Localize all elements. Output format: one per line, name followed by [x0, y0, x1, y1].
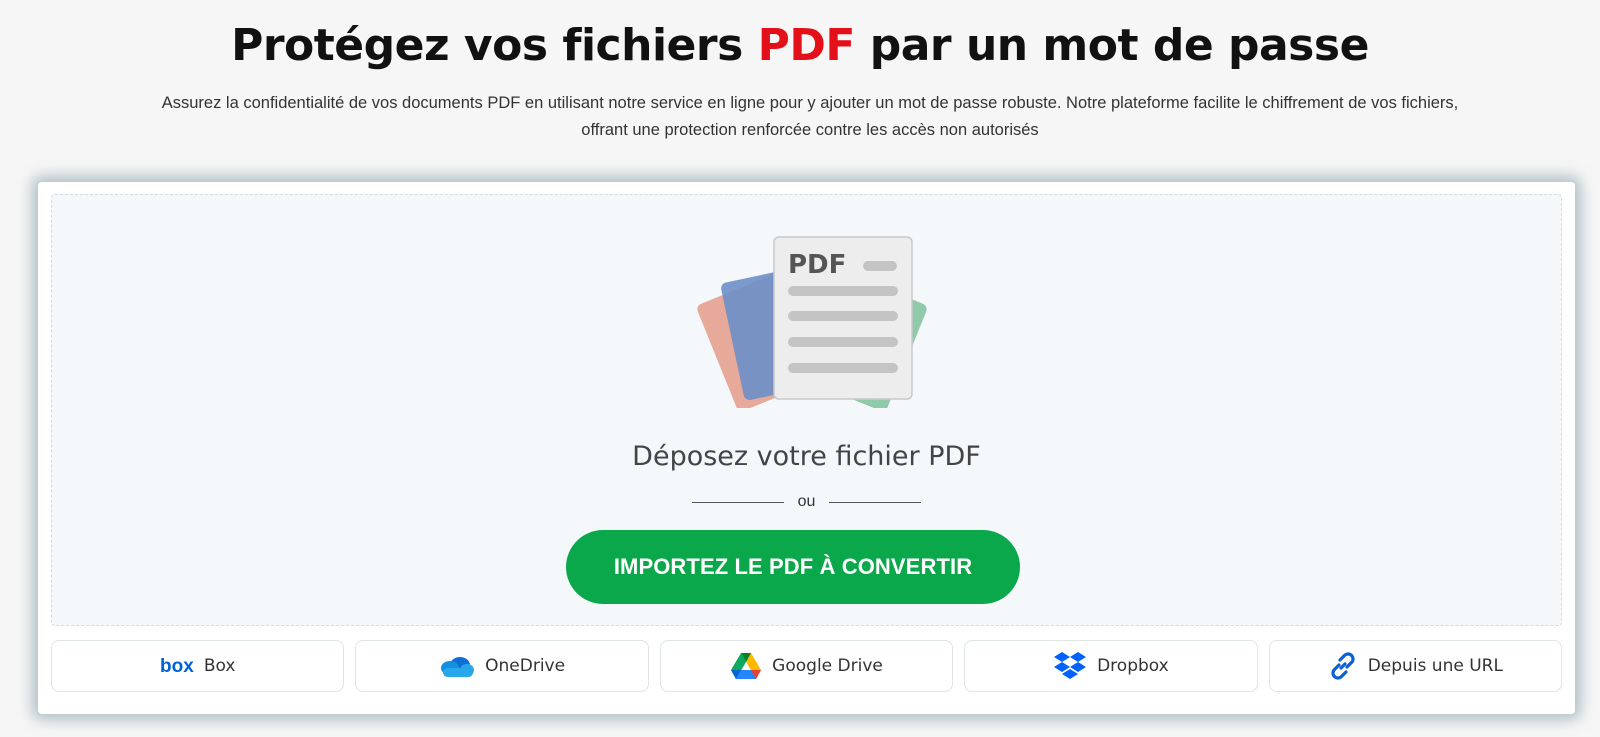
illustration-pdf-label: PDF [788, 250, 846, 280]
or-divider: ou [52, 493, 1561, 511]
cloud-sources: box Box OneDrive Google Drive Dropbox De… [51, 640, 1563, 692]
source-box-label: Box [203, 656, 236, 676]
drop-zone[interactable]: PDF Déposez votre fichier PDF ou IMPORTE… [51, 194, 1562, 626]
source-dropbox-button[interactable]: Dropbox [964, 640, 1258, 692]
drop-label: Déposez votre fichier PDF [632, 441, 981, 472]
title-highlight: PDF [757, 20, 856, 71]
source-box-button[interactable]: box Box [51, 640, 345, 692]
title-prefix: Protégez vos fichiers [231, 20, 758, 71]
pdf-files-illustration: PDF [697, 236, 927, 408]
page-title: Protégez vos fichiers PDF par un mot de … [0, 20, 1600, 71]
source-url-button[interactable]: Depuis une URL [1268, 640, 1563, 692]
dropbox-icon [1054, 652, 1087, 679]
upload-card: PDF Déposez votre fichier PDF ou IMPORTE… [38, 182, 1575, 714]
source-url-label: Depuis une URL [1367, 656, 1503, 676]
source-google-drive-button[interactable]: Google Drive [659, 640, 954, 692]
source-google-drive-label: Google Drive [772, 656, 883, 676]
box-icon: box [160, 657, 194, 675]
svg-text:box: box [160, 657, 194, 675]
upload-pdf-button[interactable]: IMPORTEZ LE PDF À CONVERTIR [566, 530, 1020, 604]
google-drive-icon [731, 653, 762, 679]
title-suffix: par un mot de passe [854, 20, 1370, 71]
link-icon [1331, 652, 1355, 680]
source-onedrive-label: OneDrive [485, 656, 566, 676]
or-text: ou [797, 493, 816, 510]
subtitle-line-2: offrant une protection renforcée contre … [581, 121, 1039, 139]
divider-line-right [829, 501, 922, 503]
subtitle-line-1: Assurez la confidentialité de vos docume… [161, 94, 1459, 112]
divider-line-left [691, 501, 784, 503]
page-subtitle: Assurez la confidentialité de vos docume… [30, 90, 1590, 144]
source-dropbox-label: Dropbox [1097, 656, 1169, 676]
onedrive-icon [441, 657, 475, 677]
source-onedrive-button[interactable]: OneDrive [355, 640, 649, 692]
